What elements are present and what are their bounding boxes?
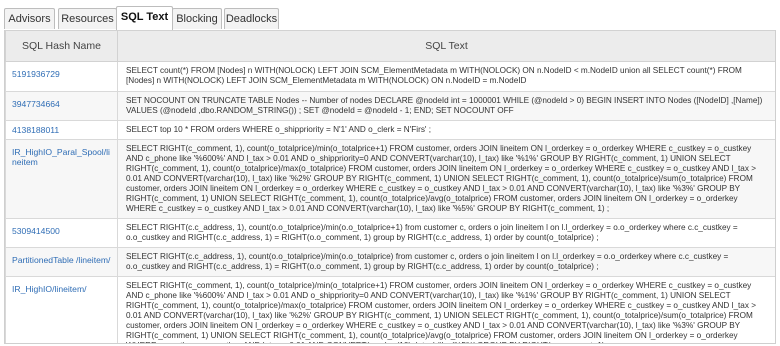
tab-deadlocks[interactable]: Deadlocks: [224, 8, 279, 29]
sql-text-panel: SQL Hash Name SQL Text 5191936729 SELECT…: [4, 30, 776, 344]
sql-text-cell: SET NOCOUNT ON TRUNCATE TABLE Nodes -- N…: [117, 91, 775, 121]
column-header-sql-hash-name[interactable]: SQL Hash Name: [5, 30, 118, 62]
table-header-row: SQL Hash Name SQL Text: [5, 30, 775, 62]
column-header-sql-text[interactable]: SQL Text: [117, 30, 775, 62]
tab-advisors[interactable]: Advisors: [4, 8, 55, 29]
sql-text-cell: SELECT RIGHT(c.c_address, 1), count(o.o_…: [117, 247, 775, 277]
sql-text-cell: SELECT count(*) FROM [Nodes] n WITH(NOLO…: [117, 61, 775, 92]
sql-hash-link[interactable]: PartitionedTable /lineitem/: [5, 247, 118, 277]
tab-sql-text[interactable]: SQL Text: [116, 6, 173, 31]
sql-hash-link[interactable]: 3947734664: [5, 91, 118, 121]
sql-hash-link[interactable]: IR_HighIO/lineitem/: [5, 276, 118, 343]
sql-hash-link[interactable]: 5191936729: [5, 61, 118, 92]
table-row: 3947734664 SET NOCOUNT ON TRUNCATE TABLE…: [5, 91, 775, 121]
table-row: IR_HighIO_Paral_Spool/lineitem SELECT RI…: [5, 139, 775, 219]
tab-bar: Advisors Resources SQL Text Blocking Dea…: [4, 6, 776, 31]
sql-hash-link[interactable]: 4138188011: [5, 120, 118, 140]
table-row: IR_HighIO/lineitem/ SELECT RIGHT(c_comme…: [5, 276, 775, 343]
sql-text-cell: SELECT RIGHT(c_comment, 1), count(o_tota…: [117, 276, 775, 343]
sql-text-table: SQL Hash Name SQL Text 5191936729 SELECT…: [5, 30, 775, 343]
sql-text-cell: SELECT RIGHT(c.c_address, 1), count(o.o_…: [117, 218, 775, 248]
table-row: 5309414500 SELECT RIGHT(c.c_address, 1),…: [5, 218, 775, 248]
table-row: 4138188011 SELECT top 10 * FROM orders W…: [5, 120, 775, 140]
sql-text-view: Advisors Resources SQL Text Blocking Dea…: [0, 0, 780, 346]
sql-text-cell: SELECT top 10 * FROM orders WHERE o_ship…: [117, 120, 775, 140]
sql-hash-link[interactable]: IR_HighIO_Paral_Spool/lineitem: [5, 139, 118, 219]
table-row: 5191936729 SELECT count(*) FROM [Nodes] …: [5, 61, 775, 92]
tab-blocking[interactable]: Blocking: [172, 8, 222, 29]
tab-resources[interactable]: Resources: [58, 8, 117, 29]
sql-hash-link[interactable]: 5309414500: [5, 218, 118, 248]
sql-text-cell: SELECT RIGHT(c_comment, 1), count(o_tota…: [117, 139, 775, 219]
table-row: PartitionedTable /lineitem/ SELECT RIGHT…: [5, 247, 775, 277]
